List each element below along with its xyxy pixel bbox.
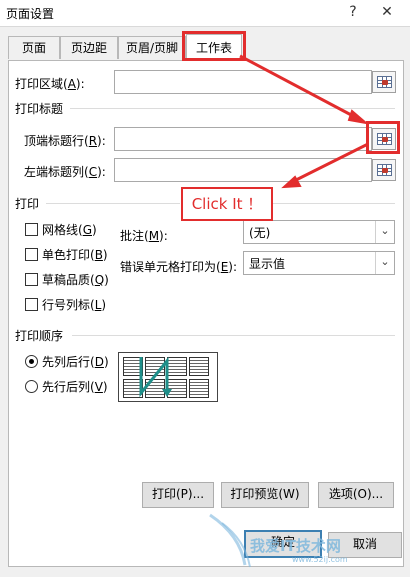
annotation-arrows [239, 54, 370, 189]
